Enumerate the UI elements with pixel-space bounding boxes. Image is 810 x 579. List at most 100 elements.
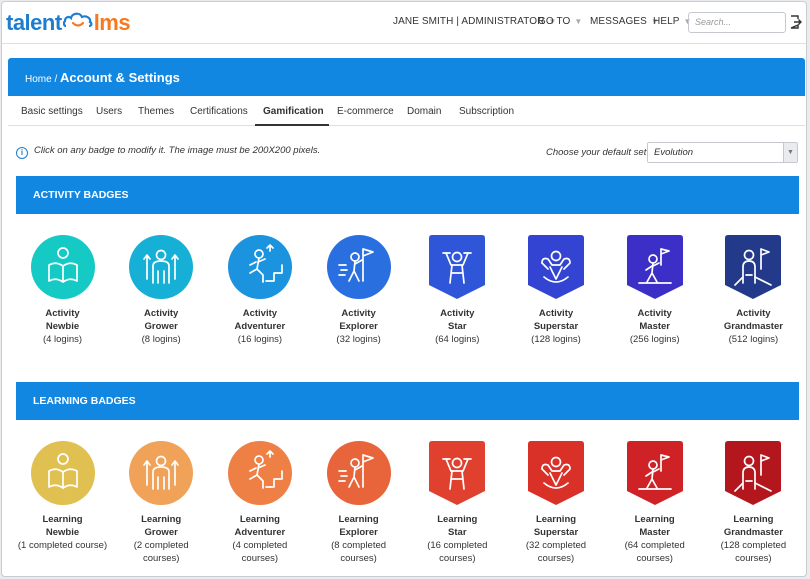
badge-learning-master[interactable]: Learning Master (64 completed courses) — [605, 441, 704, 565]
default-set-select[interactable]: Evolution ▼ — [647, 142, 798, 163]
tab-domain[interactable]: Domain — [407, 106, 441, 117]
messages-label: MESSAGES — [590, 16, 647, 27]
master-icon — [626, 441, 683, 505]
badge-learning-grandmaster[interactable]: Learning Grandmaster (128 completed courses… — [704, 441, 803, 565]
explorer-icon — [326, 441, 391, 505]
reader-icon — [30, 235, 95, 299]
info-message: i Click on any badge to modify it. The im… — [16, 145, 320, 159]
badge-activity-star[interactable]: Activity Star (64 logins) — [408, 235, 507, 346]
badge-name-line1: Activity — [440, 308, 475, 319]
badge-name-line2: Star — [448, 527, 467, 538]
badge-activity-explorer[interactable]: Activity Explorer (32 logins) — [309, 235, 408, 346]
badge-requirement: courses) — [439, 553, 476, 564]
badge-activity-grower[interactable]: Activity Grower (8 logins) — [112, 235, 211, 346]
tab-certifications[interactable]: Certifications — [190, 106, 248, 117]
badge-name-line2: Star — [448, 321, 467, 332]
badge-name-line1: Activity — [736, 308, 771, 319]
user-menu[interactable]: JANE SMITH | ADMINISTRATOR ▼ — [393, 16, 557, 27]
superstar-icon — [528, 235, 584, 299]
logout-icon[interactable] — [790, 15, 802, 29]
badge-name-line1: Activity — [144, 308, 179, 319]
tab-gamification[interactable]: Gamification — [263, 106, 324, 117]
badge-name-line2: Grandmaster — [723, 527, 783, 538]
badge-name: Activity Grower — [112, 307, 211, 333]
badge-name: Activity Master — [605, 307, 704, 333]
logo-text-right: lms — [93, 10, 131, 35]
page-title: Account & Settings — [60, 70, 180, 85]
badge-requirement: courses) — [340, 553, 377, 564]
badge-activity-grandmaster[interactable]: Activity Grandmaster (512 logins) — [704, 235, 803, 346]
star-icon — [429, 235, 486, 299]
badge-requirement: (4 logins) — [42, 334, 83, 345]
page-header: Home / Account & Settings — [8, 58, 805, 96]
badge-name: Learning Newbie — [13, 513, 112, 539]
cloud-icon — [62, 12, 93, 28]
badge-name-line2: Grower — [144, 527, 178, 538]
badge-requirement: courses) — [142, 553, 180, 564]
badge-name-line1: Activity — [242, 308, 278, 319]
help-menu[interactable]: HELP ▼ — [653, 16, 692, 27]
badge-requirement: (2 completed — [133, 540, 189, 551]
badge-activity-adventurer[interactable]: Activity Adventurer (16 logins) — [210, 235, 309, 346]
tab-themes[interactable]: Themes — [138, 106, 174, 117]
badge-requirement: (8 completed — [331, 540, 387, 551]
badge-name: Learning Grandmaster — [704, 513, 803, 539]
badge-requirement: courses) — [537, 553, 575, 564]
chevron-down-icon: ▼ — [574, 17, 583, 26]
badge-name-line1: Activity — [538, 308, 574, 319]
tab-e-commerce[interactable]: E-commerce — [337, 106, 394, 117]
badge-name-line1: Learning — [634, 514, 675, 525]
badge-name-line1: Learning — [239, 514, 280, 525]
superstar-icon — [528, 441, 584, 505]
badge-name-line1: Learning — [141, 514, 182, 525]
badge-name-line1: Learning — [42, 514, 83, 525]
messages-menu[interactable]: MESSAGES ▼ — [590, 16, 659, 27]
badge-learning-grower[interactable]: Learning Grower (2 completed courses) — [112, 441, 211, 565]
badge-name: Activity Newbie — [13, 307, 112, 333]
badge-name-line2: Explorer — [339, 321, 378, 332]
chevron-down-icon: ▼ — [783, 143, 797, 162]
badge-name-line2: Newbie — [45, 527, 80, 538]
tab-users[interactable]: Users — [96, 106, 122, 117]
goto-menu[interactable]: GO TO ▼ — [538, 16, 582, 27]
master-icon — [626, 235, 683, 299]
badge-learning-adventurer[interactable]: Learning Adventurer (4 completed courses) — [210, 441, 309, 565]
explorer-icon — [326, 235, 391, 299]
search-input[interactable]: Search... — [688, 12, 786, 33]
badge-name-line2: Explorer — [339, 527, 378, 538]
badge-requirement: (4 completed — [232, 540, 288, 551]
badge-name: Activity Explorer — [309, 307, 408, 333]
badge-learning-newbie[interactable]: Learning Newbie (1 completed course) — [13, 441, 112, 552]
badge-learning-explorer[interactable]: Learning Explorer (8 completed courses) — [309, 441, 408, 565]
badge-requirement: (32 logins) — [336, 334, 381, 345]
badge-requirement: courses) — [636, 553, 673, 564]
badge-name-line2: Grandmaster — [723, 321, 783, 332]
goto-label: GO TO — [538, 16, 571, 27]
badge-requirement: (256 logins) — [629, 334, 680, 345]
talentlms-logo[interactable]: talent lms — [6, 10, 131, 36]
badge-requirement: (16 logins) — [237, 334, 283, 345]
badge-name-line2: Grower — [144, 321, 178, 332]
badge-requirement: (128 logins) — [531, 334, 581, 345]
badge-name-line1: Learning — [437, 514, 478, 525]
top-bar: talent lms JANE SMITH | ADMINISTRATOR ▼ GO… — [2, 2, 806, 44]
badge-activity-master[interactable]: Activity Master (256 logins) — [605, 235, 704, 346]
reader-icon — [30, 441, 95, 505]
badge-learning-superstar[interactable]: Learning Superstar (32 completed courses) — [507, 441, 606, 565]
user-menu-label: JANE SMITH | ADMINISTRATOR — [393, 16, 545, 27]
tab-basic-settings[interactable]: Basic settings — [21, 106, 83, 117]
badge-name-line2: Master — [639, 527, 670, 538]
badge-name: Learning Explorer — [309, 513, 408, 539]
badge-name-line2: Adventurer — [234, 527, 286, 538]
badge-activity-newbie[interactable]: Activity Newbie (4 logins) — [13, 235, 112, 346]
climber-icon — [227, 235, 292, 299]
grandmaster-icon — [725, 235, 782, 299]
breadcrumb-home[interactable]: Home / — [25, 74, 57, 85]
badge-activity-superstar[interactable]: Activity Superstar (128 logins) — [507, 235, 606, 346]
badge-name-line2: Adventurer — [234, 321, 286, 332]
tab-subscription[interactable]: Subscription — [459, 106, 514, 117]
info-icon: i — [16, 147, 28, 159]
badge-requirement: (8 logins) — [141, 334, 181, 345]
badge-learning-star[interactable]: Learning Star (16 completed courses) — [408, 441, 507, 565]
app-window: talent lms JANE SMITH | ADMINISTRATOR ▼ GO… — [1, 1, 807, 577]
